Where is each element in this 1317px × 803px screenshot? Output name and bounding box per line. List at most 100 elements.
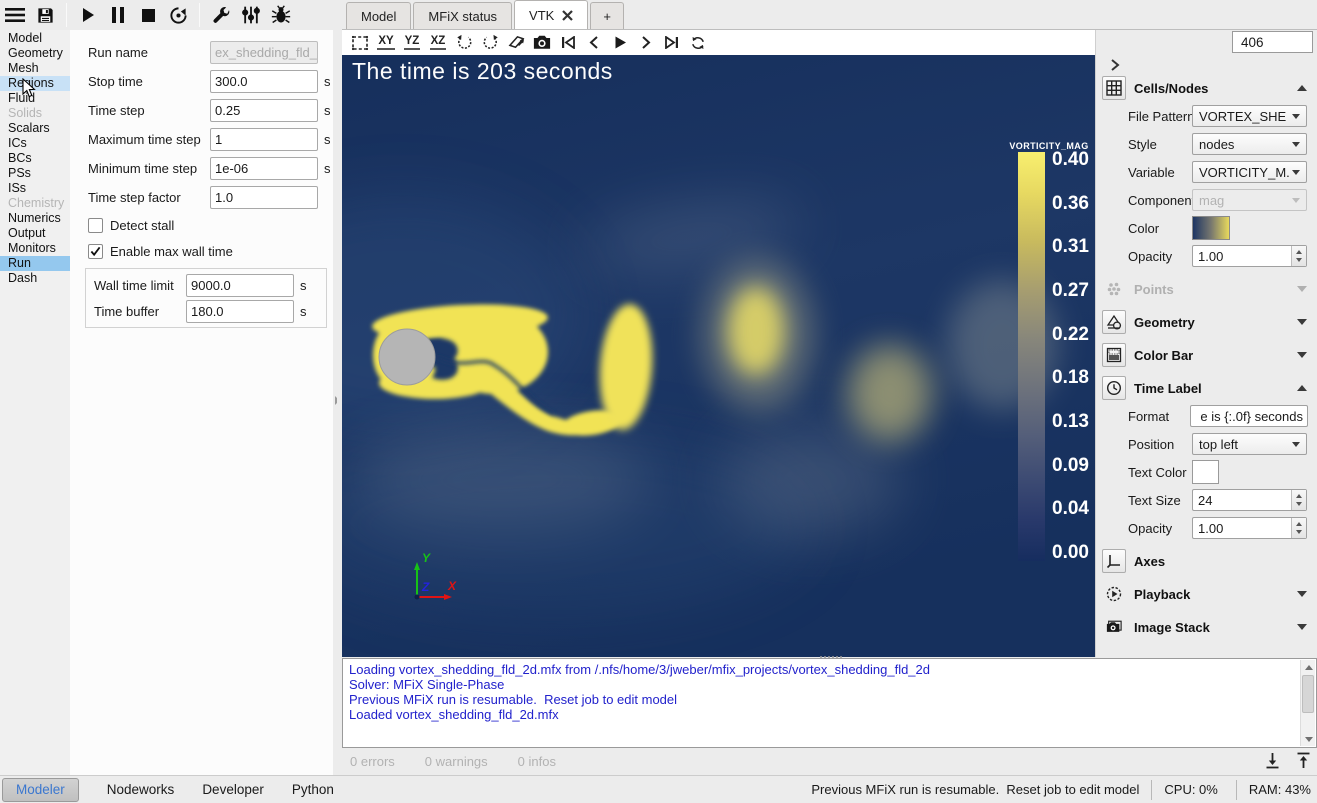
perspective-icon[interactable]: [504, 32, 528, 54]
scrollbar-thumb[interactable]: [1302, 675, 1314, 713]
console-scrollbar[interactable]: [1300, 660, 1315, 746]
menu-icon[interactable]: [0, 1, 30, 29]
file-pattern-dropdown[interactable]: VORTEX_SHE: [1192, 105, 1307, 127]
scroll-to-top-icon[interactable]: [1296, 752, 1311, 769]
time-step-input[interactable]: 0.25: [210, 99, 318, 122]
wall-time-limit-input[interactable]: 9000.0: [186, 274, 294, 297]
sidebar-item-dash[interactable]: Dash: [0, 271, 70, 286]
sidebar-item-scalars[interactable]: Scalars: [0, 121, 70, 136]
last-frame-icon[interactable]: [660, 32, 684, 54]
settings-wrench-icon[interactable]: [206, 1, 236, 29]
section-color-bar[interactable]: Color Bar: [1096, 341, 1317, 369]
scroll-down-icon[interactable]: [1301, 732, 1316, 746]
min-time-step-input[interactable]: 1e-06: [210, 157, 318, 180]
time-position-dropdown[interactable]: top left: [1192, 433, 1307, 455]
collapse-arrow-icon[interactable]: [1297, 385, 1307, 391]
collapse-arrow-icon[interactable]: [1297, 624, 1307, 630]
collapse-arrow-icon[interactable]: [1297, 591, 1307, 597]
sidebar-item-numerics[interactable]: Numerics: [0, 211, 70, 226]
text-color-swatch[interactable]: [1192, 460, 1219, 484]
previous-frame-icon[interactable]: [582, 32, 606, 54]
sidebar-item-iss[interactable]: ISs: [0, 181, 70, 196]
spinner-arrows-icon[interactable]: [1291, 246, 1306, 266]
sidebar-item-ics[interactable]: ICs: [0, 136, 70, 151]
tab-mfix-status[interactable]: MFiX status: [413, 2, 512, 29]
section-geometry[interactable]: Geometry: [1096, 308, 1317, 336]
tab-add[interactable]: +: [590, 2, 624, 29]
parameters-sliders-icon[interactable]: [236, 1, 266, 29]
detect-stall-checkbox[interactable]: [88, 218, 103, 233]
axes-icon[interactable]: [1102, 549, 1126, 573]
horizontal-splitter-handle[interactable]: [820, 656, 846, 660]
view-xz-button[interactable]: XZ: [426, 32, 450, 54]
spinner-arrows-icon[interactable]: [1291, 518, 1306, 538]
view-yz-button[interactable]: YZ: [400, 32, 424, 54]
sidebar-item-run[interactable]: Run: [0, 256, 70, 271]
max-time-step-input[interactable]: 1: [210, 128, 318, 151]
vertical-splitter[interactable]: [333, 30, 342, 775]
scroll-to-bottom-icon[interactable]: [1265, 752, 1280, 769]
grid-icon[interactable]: [1102, 76, 1126, 100]
stop-time-input[interactable]: 300.0: [210, 70, 318, 93]
style-dropdown[interactable]: nodes: [1192, 133, 1307, 155]
sidebar-item-geometry[interactable]: Geometry: [0, 46, 70, 61]
mode-button-python[interactable]: Python: [292, 782, 334, 797]
sidebar-item-model[interactable]: Model: [0, 31, 70, 46]
collapse-panel-chevron-icon[interactable]: [1108, 58, 1124, 74]
cells-opacity-spinbox[interactable]: 1.00: [1192, 245, 1307, 267]
rotate-left-icon[interactable]: [452, 32, 476, 54]
section-axes[interactable]: Axes: [1096, 547, 1317, 575]
image-stack-camera-icon[interactable]: [1102, 615, 1126, 639]
enable-max-wall-time-checkbox[interactable]: [88, 244, 103, 259]
save-icon[interactable]: [30, 1, 60, 29]
sidebar-item-monitors[interactable]: Monitors: [0, 241, 70, 256]
reset-view-icon[interactable]: [348, 32, 372, 54]
time-format-input[interactable]: e is {:.0f} seconds: [1190, 405, 1308, 427]
collapse-arrow-icon[interactable]: [1297, 85, 1307, 91]
mode-button-developer[interactable]: Developer: [202, 782, 264, 797]
mode-button-modeler[interactable]: Modeler: [2, 778, 79, 802]
collapse-arrow-icon[interactable]: [1297, 319, 1307, 325]
play-frames-icon[interactable]: [608, 32, 632, 54]
tab-close-icon[interactable]: [562, 10, 573, 21]
sidebar-item-regions[interactable]: Regions: [0, 76, 70, 91]
tab-vtk[interactable]: VTK: [514, 0, 588, 29]
variable-dropdown[interactable]: VORTICITY_M.: [1192, 161, 1307, 183]
time-buffer-input[interactable]: 180.0: [186, 300, 294, 323]
sidebar-item-bcs[interactable]: BCs: [0, 151, 70, 166]
frame-number-input[interactable]: 406: [1232, 31, 1313, 53]
screenshot-camera-icon[interactable]: [530, 32, 554, 54]
color-bar-icon[interactable]: [1102, 343, 1126, 367]
next-frame-icon[interactable]: [634, 32, 658, 54]
pause-icon[interactable]: [103, 1, 133, 29]
spinner-arrows-icon[interactable]: [1291, 490, 1306, 510]
playback-icon[interactable]: [1102, 582, 1126, 606]
sidebar-item-output[interactable]: Output: [0, 226, 70, 241]
loop-refresh-icon[interactable]: [686, 32, 710, 54]
colormap-swatch[interactable]: [1192, 216, 1230, 240]
section-time-label[interactable]: Time Label: [1096, 374, 1317, 402]
sidebar-item-mesh[interactable]: Mesh: [0, 61, 70, 76]
sidebar-item-pss[interactable]: PSs: [0, 166, 70, 181]
tab-model[interactable]: Model: [346, 2, 411, 29]
text-size-spinbox[interactable]: 24: [1192, 489, 1307, 511]
section-image-stack[interactable]: Image Stack: [1096, 613, 1317, 641]
run-icon[interactable]: [73, 1, 103, 29]
sidebar-item-fluid[interactable]: Fluid: [0, 91, 70, 106]
view-xy-button[interactable]: XY: [374, 32, 398, 54]
collapse-arrow-icon[interactable]: [1297, 352, 1307, 358]
section-cells-nodes[interactable]: Cells/Nodes: [1096, 74, 1317, 102]
mode-button-nodeworks[interactable]: Nodeworks: [107, 782, 175, 797]
clock-icon[interactable]: [1102, 376, 1126, 400]
time-step-factor-input[interactable]: 1.0: [210, 186, 318, 209]
rotate-right-icon[interactable]: [478, 32, 502, 54]
section-playback[interactable]: Playback: [1096, 580, 1317, 608]
debug-bug-icon[interactable]: [266, 1, 296, 29]
vtk-render-view[interactable]: The time is 203 seconds VORTICITY_MAG 0.…: [342, 55, 1095, 657]
reset-icon[interactable]: [163, 1, 193, 29]
scroll-up-icon[interactable]: [1301, 660, 1316, 674]
time-opacity-spinbox[interactable]: 1.00: [1192, 517, 1307, 539]
splitter-handle-icon[interactable]: [335, 396, 340, 405]
stop-icon[interactable]: [133, 1, 163, 29]
geometry-icon[interactable]: [1102, 310, 1126, 334]
